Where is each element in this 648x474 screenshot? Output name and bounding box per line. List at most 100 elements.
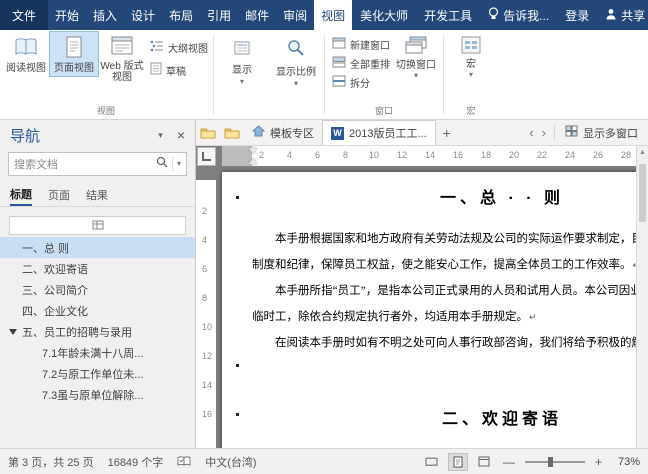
tab-design[interactable]: 设计 (124, 0, 162, 30)
scroll-tabs-left-button[interactable]: ‹ (525, 125, 537, 140)
tab-insert[interactable]: 插入 (86, 0, 124, 30)
web-layout-icon (111, 36, 133, 59)
heading-item[interactable]: 二、欢迎寄语 (0, 258, 195, 279)
collapse-triangle-icon[interactable] (9, 329, 17, 335)
tell-me-button[interactable]: 告诉我... (480, 0, 557, 30)
paragraph-mark-icon: ↵ (529, 313, 537, 323)
heading-item[interactable]: 7.1年龄未满十八周... (0, 342, 195, 363)
outline-view-button[interactable]: 大纲视图 (150, 40, 208, 55)
draft-view-icon (150, 62, 162, 78)
nav-tab-pages[interactable]: 页面 (48, 184, 70, 206)
document-page[interactable]: 一、总 · · 则 本手册根据国家和地方政府有关劳动法规及公司的实际运作要求制定… (222, 172, 636, 448)
nav-tab-headings[interactable]: 标题 (10, 184, 32, 206)
ruler-number: 16 (453, 150, 463, 160)
web-layout-button[interactable]: Web 版式视图 (98, 32, 146, 85)
print-layout-view-button[interactable] (449, 454, 467, 470)
horizontal-ruler[interactable]: 2 4 6 8 10 12 14 16 18 20 22 24 26 28 (196, 146, 636, 166)
new-tab-button[interactable]: + (436, 125, 458, 141)
document-tab-bar: 模板专区 W 2013版员工工... + ‹ › 显示多窗口 (196, 120, 648, 146)
web-layout-view-button[interactable] (475, 454, 493, 470)
switch-windows-button[interactable]: 切换窗口 ▾ (392, 32, 440, 81)
show-group-icon (234, 41, 250, 58)
heading-item[interactable]: 四、企业文化 (0, 300, 195, 321)
zoom-slider[interactable] (525, 456, 585, 468)
first-line-indent-marker[interactable] (249, 148, 257, 154)
zoom-slider-track (525, 461, 585, 463)
tabbar-divider (554, 125, 555, 141)
ruler-number: 22 (537, 150, 547, 160)
hanging-indent-marker[interactable] (249, 158, 257, 164)
draft-view-button[interactable]: 草稿 (150, 62, 208, 78)
nav-jump-control[interactable] (9, 216, 186, 235)
tab-home[interactable]: 开始 (48, 0, 86, 30)
heading-item[interactable]: 7.2与原工作单位未... (0, 363, 195, 384)
zoom-percentage[interactable]: 73% (612, 456, 640, 468)
tab-layout[interactable]: 布局 (162, 0, 200, 30)
tab-stop-icon (202, 152, 211, 161)
reading-view-button[interactable]: 阅读视图 (2, 32, 50, 76)
reading-view-icon (14, 36, 38, 61)
tab-developer[interactable]: 开发工具 (416, 0, 480, 30)
scrollbar-thumb[interactable] (639, 164, 646, 222)
scroll-up-arrow-icon[interactable]: ▲ (637, 146, 648, 159)
zoom-group-button[interactable]: 显示比例 ▾ (269, 30, 323, 96)
macros-button[interactable]: 宏 ▾ (447, 32, 495, 80)
tab-current-document[interactable]: W 2013版员工工... (322, 120, 436, 145)
nav-tab-results[interactable]: 结果 (86, 184, 108, 206)
new-window-icon (332, 37, 346, 52)
chevron-down-icon: ▾ (240, 79, 244, 85)
proofing-status-icon[interactable] (177, 456, 191, 467)
tab-file[interactable]: 文件 (0, 0, 48, 30)
heading-item[interactable]: 三、公司简介 (0, 279, 195, 300)
sign-in-button[interactable]: 登录 (557, 0, 597, 30)
language-status[interactable]: 中文(台湾) (205, 454, 256, 470)
search-icon[interactable] (156, 155, 168, 173)
scroll-tabs-right-button[interactable]: › (538, 125, 550, 140)
tab-review[interactable]: 审阅 (276, 0, 314, 30)
zoom-in-button[interactable]: + (593, 455, 604, 469)
zoom-out-button[interactable]: — (501, 455, 517, 469)
tab-selector-button[interactable] (197, 147, 216, 166)
navigation-close-icon[interactable]: × (177, 127, 185, 143)
word-count-status[interactable]: 16849 个字 (108, 454, 164, 470)
tab-view[interactable]: 视图 (314, 0, 352, 30)
zoom-slider-thumb[interactable] (548, 457, 553, 467)
read-mode-view-button[interactable] (423, 454, 441, 470)
tab-mailings[interactable]: 邮件 (238, 0, 276, 30)
split-button[interactable]: 拆分 (332, 75, 390, 90)
group-divider (443, 35, 444, 114)
body-line: 在阅读本手册时如有不明之处可向人事行政部咨询，我们将给予积极的解答。↵ (252, 334, 636, 350)
word-doc-icon: W (331, 127, 344, 140)
tab-template-zone[interactable]: 模板专区 (244, 120, 322, 145)
show-group-button[interactable]: 显示 ▾ (215, 30, 269, 96)
heading-item[interactable]: 7.3虽与原单位解除... (0, 384, 195, 405)
word-window: 文件 开始 插入 设计 布局 引用 邮件 审阅 视图 美化大师 开发工具 告诉我… (0, 0, 648, 474)
heading-item[interactable]: 一、总 则 (0, 237, 195, 258)
tab-references[interactable]: 引用 (200, 0, 238, 30)
vertical-ruler[interactable]: 2 4 6 8 10 12 14 16 (196, 166, 216, 448)
document-heading-2: 二、欢迎寄语 (222, 405, 636, 429)
home-icon (252, 125, 265, 140)
show-multi-window-button[interactable]: 显示多窗口 (559, 125, 648, 141)
body-line: 本手册所指“员工”，是指本公司正式录用的人员和试用人员。本公司因业务需 (252, 282, 636, 298)
arrange-all-button[interactable]: 全部重排 (332, 56, 390, 71)
macros-group-label: 宏 (447, 104, 495, 119)
navigation-options-chevron-icon[interactable]: ▾ (158, 130, 163, 141)
tab-addin-beautify[interactable]: 美化大师 (352, 0, 416, 30)
body-line: 本手册根据国家和地方政府有关劳动法规及公司的实际运作要求制定，目的是 (252, 230, 636, 246)
ruler-number: 4 (287, 150, 292, 160)
search-document-input[interactable]: 搜索文档 ▾ (8, 152, 187, 176)
window-group: 新建窗口 全部重排 拆分 切换窗口 ▾ 窗口 (326, 30, 442, 119)
page-number-status[interactable]: 第 3 页，共 25 页 (8, 454, 94, 470)
share-button[interactable]: 共享 (597, 0, 648, 30)
new-window-button[interactable]: 新建窗口 (332, 37, 390, 52)
ruler-number: 16 (202, 409, 212, 419)
folder-icon[interactable] (220, 122, 244, 144)
vertical-scrollbar[interactable]: ▲ (636, 146, 648, 448)
print-layout-button[interactable]: 页面视图 (50, 32, 98, 76)
search-dropdown-chevron-icon[interactable]: ▾ (177, 161, 181, 167)
heading-item[interactable]: 五、员工的招聘与录用 (0, 321, 195, 342)
group-divider (324, 35, 325, 114)
views-group-label: 视图 (2, 104, 210, 119)
folder-icon[interactable] (196, 122, 220, 144)
